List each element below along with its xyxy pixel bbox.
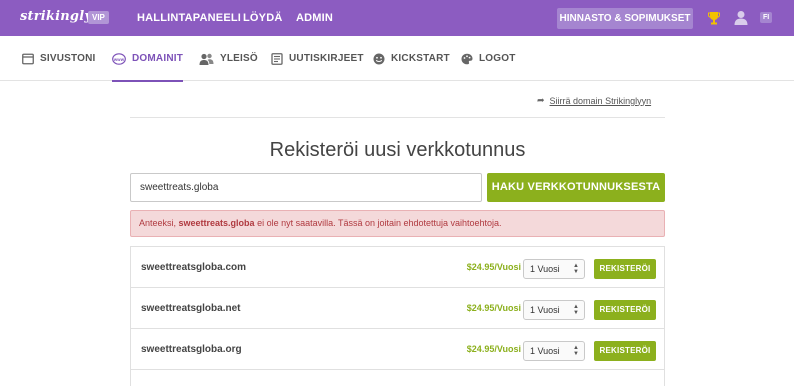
user-account-icon[interactable]	[734, 10, 748, 25]
unavailable-alert: Anteeksi, sweettreats.globa ei ole nyt s…	[130, 210, 665, 237]
tab-audience[interactable]: YLEISÖ	[199, 36, 258, 81]
smiley-icon	[373, 53, 385, 64]
domain-name: sweettreatsgloba.net	[141, 303, 241, 314]
tab-domains[interactable]: www DOMAINIT	[112, 36, 184, 82]
list-item: sweettreatsgloba.net $24.95/Vuosi 1 Vuos…	[131, 288, 664, 329]
domain-price: $24.95/Vuosi	[466, 262, 521, 272]
browser-window-icon	[22, 53, 34, 64]
list-item: sweettreatsgloba.com $24.95/Vuosi 1 Vuos…	[131, 247, 664, 288]
select-caret-icon: ▲ ▼	[573, 304, 579, 316]
domain-price: $24.95/Vuosi	[466, 303, 521, 313]
transfer-domain-link[interactable]: ➦ Siirrä domain Strikinglyyn	[537, 95, 651, 106]
newsletter-icon	[271, 52, 283, 65]
vip-badge: VIP	[88, 11, 109, 24]
divider	[130, 117, 665, 118]
register-button[interactable]: REKISTERÖI	[594, 300, 656, 320]
tab-kickstart[interactable]: KICKSTART	[373, 36, 450, 81]
top-navigation-bar: strikingly VIP HALLINTAPANEELI LÖYDÄ ADM…	[0, 0, 794, 36]
domain-search-input[interactable]: sweettreats.globa	[130, 173, 482, 202]
register-button[interactable]: REKISTERÖI	[594, 341, 656, 361]
trophy-icon[interactable]	[708, 11, 720, 25]
period-select[interactable]: 1 Vuosi ▲ ▼	[523, 300, 585, 320]
list-item: sweettreatsgloba.org $24.95/Vuosi 1 Vuos…	[131, 329, 664, 370]
strikingly-logo[interactable]: strikingly	[20, 9, 92, 24]
period-select[interactable]: 1 Vuosi ▲ ▼	[523, 341, 585, 361]
people-icon	[199, 53, 214, 65]
period-select[interactable]: 1 Vuosi ▲ ▼	[523, 259, 585, 279]
www-globe-icon: www	[112, 52, 126, 65]
search-domain-button[interactable]: HAKU VERKKOTUNNUKSESTA	[487, 173, 665, 202]
nav-discover[interactable]: LÖYDÄ	[243, 0, 283, 36]
domain-name: sweettreatsgloba.org	[141, 344, 242, 355]
share-arrow-icon: ➦	[537, 95, 545, 105]
domain-price: $24.95/Vuosi	[466, 344, 521, 354]
tab-logos[interactable]: LOGOT	[461, 36, 516, 81]
secondary-navigation: SIVUSTONI www DOMAINIT YLEISÖ UUTISKIRJE…	[0, 36, 794, 82]
svg-text:www: www	[113, 56, 125, 61]
register-button[interactable]: REKISTERÖI	[594, 259, 656, 279]
select-caret-icon: ▲ ▼	[573, 263, 579, 275]
select-caret-icon: ▲ ▼	[573, 345, 579, 357]
page-title: Rekisteröi uusi verkkotunnus	[269, 139, 526, 161]
domain-suggestions-list: sweettreatsgloba.com $24.95/Vuosi 1 Vuos…	[130, 246, 665, 386]
logo-palette-icon	[461, 53, 473, 64]
domain-name: sweettreatsgloba.com	[141, 262, 247, 273]
tab-newsletters[interactable]: UUTISKIRJEET	[271, 36, 364, 81]
alert-domain: sweettreats.globa	[178, 218, 255, 228]
nav-dashboard[interactable]: HALLINTAPANEELI	[137, 0, 241, 36]
pricing-button[interactable]: HINNASTO & SOPIMUKSET	[557, 8, 693, 29]
nav-admin[interactable]: ADMIN	[296, 0, 333, 36]
tab-my-sites[interactable]: SIVUSTONI	[22, 36, 96, 81]
language-selector[interactable]: FI	[760, 12, 773, 23]
